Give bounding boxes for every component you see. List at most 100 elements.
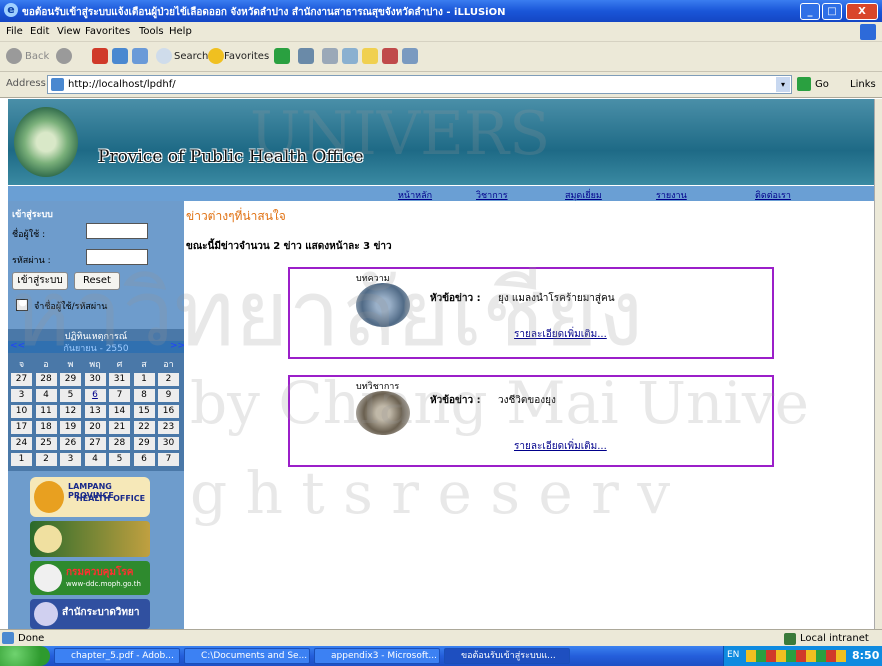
nav-contact-link[interactable]: ติดต่อเรา [755,188,791,202]
calendar-day[interactable]: 9 [158,389,179,402]
calendar-prev-button[interactable]: << [10,341,25,351]
minimize-button[interactable]: _ [800,3,820,20]
calendar-day[interactable]: 10 [11,405,32,418]
favorites-star-icon[interactable] [208,48,224,64]
calendar-day[interactable]: 21 [109,421,130,434]
menu-tools[interactable]: Tools [139,26,164,37]
calendar-day[interactable]: 19 [60,421,81,434]
news-more-link[interactable]: รายละเอียดเพิ่มเติม... [514,327,607,342]
address-input[interactable]: http://localhost/lpdhf/ ▾ [47,75,792,94]
calendar-day[interactable]: 29 [60,373,81,386]
calendar-day[interactable]: 3 [11,389,32,402]
menu-help[interactable]: Help [169,26,192,37]
calendar-day[interactable]: 31 [109,373,130,386]
remember-checkbox[interactable] [16,299,28,311]
calendar-day[interactable]: 15 [133,405,155,418]
calendar-day[interactable]: 12 [60,405,81,418]
calendar-day[interactable]: 11 [35,405,57,418]
calendar-day[interactable]: 29 [133,437,155,450]
mosquito-thumbnail[interactable] [356,391,410,435]
close-button[interactable]: X [846,3,878,20]
calendar-day[interactable]: 16 [158,405,179,418]
calendar-day[interactable]: 13 [84,405,106,418]
taskbar-item-explorer[interactable]: C:\Documents and Se... [184,648,310,664]
calendar-day[interactable]: 25 [35,437,57,450]
history-icon[interactable] [298,48,314,64]
epidemiology-bureau-logo[interactable]: สำนักระบาดวิทยา [30,599,150,629]
calendar-day[interactable]: 17 [11,421,32,434]
forward-arrow-icon[interactable] [56,48,72,64]
maximize-button[interactable]: □ [822,3,842,20]
search-icon[interactable] [156,48,172,64]
nav-home-link[interactable]: หน้าหลัก [398,188,432,202]
calendar-day[interactable]: 5 [109,453,130,466]
links-label[interactable]: Links [850,79,876,90]
calendar-next-button[interactable]: >> [170,341,185,351]
mosquito-thumbnail[interactable] [356,283,410,327]
calendar-day[interactable]: 26 [60,437,81,450]
menu-edit[interactable]: Edit [30,26,49,37]
taskbar-item-pdf[interactable]: chapter_5.pdf - Adob... [54,648,180,664]
search-button-label[interactable]: Search [174,51,208,62]
calendar-day[interactable]: 2 [35,453,57,466]
calendar-day[interactable]: 4 [84,453,106,466]
calendar-day[interactable]: 23 [158,421,179,434]
calendar-day[interactable]: 7 [158,453,179,466]
reset-button[interactable]: Reset [74,272,120,290]
calendar-day[interactable]: 30 [84,373,106,386]
dcc-logo[interactable]: กรมควบคุมโรค www-ddc.moph.go.th [30,561,150,595]
calendar-day[interactable]: 3 [60,453,81,466]
calendar-day[interactable]: 22 [133,421,155,434]
calendar-day[interactable]: 28 [35,373,57,386]
calendar-day[interactable]: 7 [109,389,130,402]
home-icon[interactable] [132,48,148,64]
go-arrow-icon[interactable] [797,77,811,91]
calendar-day[interactable]: 5 [60,389,81,402]
news-more-link[interactable]: รายละเอียดเพิ่มเติม... [514,439,607,454]
language-indicator[interactable]: EN [727,650,739,660]
calendar-day[interactable]: 24 [11,437,32,450]
taskbar-item-ie[interactable]: ขอต้อนรับเข้าสู่ระบบแ... [444,648,570,664]
nav-guestbook-link[interactable]: สมุดเยี่ยม [565,188,602,202]
taskbar-item-word[interactable]: appendix3 - Microsoft... [314,648,440,664]
password-input[interactable] [86,249,148,265]
folder-icon[interactable] [362,48,378,64]
calendar-day[interactable]: 1 [11,453,32,466]
menu-favorites[interactable]: Favorites [85,26,130,37]
calendar-day[interactable]: 6 [84,389,106,402]
tray-icons[interactable] [746,650,846,662]
research-icon[interactable] [402,48,418,64]
calendar-day[interactable]: 8 [133,389,155,402]
menu-file[interactable]: File [6,26,23,37]
vertical-scrollbar[interactable] [874,99,882,629]
calendar-day[interactable]: 14 [109,405,130,418]
lampang-health-office-logo[interactable]: LAMPANG PROVINCE HEALTH OFFICE [30,477,150,517]
login-button[interactable]: เข้าสู่ระบบ [12,272,68,290]
go-button-label[interactable]: Go [815,79,829,90]
nav-report-link[interactable]: รายงาน [656,188,687,202]
menu-view[interactable]: View [57,26,81,37]
calendar-day[interactable]: 27 [84,437,106,450]
calendar-day[interactable]: 27 [11,373,32,386]
calendar-day[interactable]: 20 [84,421,106,434]
calendar-day[interactable]: 28 [109,437,130,450]
start-button[interactable] [0,646,50,666]
favorites-button-label[interactable]: Favorites [224,51,269,62]
stop-icon[interactable] [92,48,108,64]
calendar-day[interactable]: 30 [158,437,179,450]
back-button-label[interactable]: Back [25,51,49,62]
calendar-day[interactable]: 18 [35,421,57,434]
print-icon[interactable] [342,48,358,64]
username-input[interactable] [86,223,148,239]
calendar-day[interactable]: 4 [35,389,57,402]
refresh-icon[interactable] [112,48,128,64]
address-dropdown-icon[interactable]: ▾ [776,77,790,92]
calendar-day[interactable]: 6 [133,453,155,466]
messenger-icon[interactable] [382,48,398,64]
calendar-day[interactable]: 2 [158,373,179,386]
mail-icon[interactable] [322,48,338,64]
back-arrow-icon[interactable] [6,48,22,64]
ministry-public-health-logo[interactable] [30,521,150,557]
nav-academic-link[interactable]: วิชาการ [476,188,508,202]
calendar-day[interactable]: 1 [133,373,155,386]
